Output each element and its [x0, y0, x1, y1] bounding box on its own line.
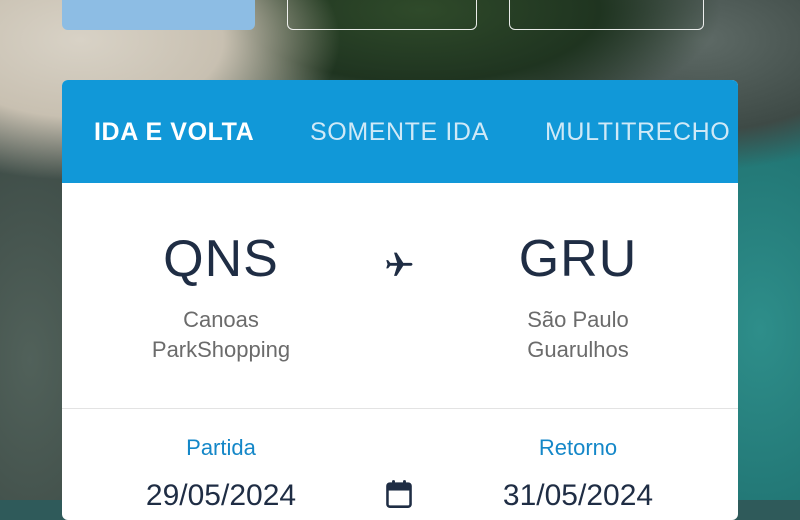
return-label: Retorno	[538, 435, 618, 460]
departure-label: Partida	[186, 435, 256, 460]
origin-selector[interactable]: QNS Canoas ParkShopping	[121, 229, 321, 365]
destination-city: São Paulo Guarulhos	[478, 305, 678, 365]
destination-selector[interactable]: GRU São Paulo Guarulhos	[478, 229, 678, 365]
top-button-secondary[interactable]	[287, 0, 477, 30]
top-button-tertiary[interactable]	[509, 0, 704, 30]
route-section: QNS Canoas ParkShopping GRU São Paulo Gu…	[62, 183, 738, 409]
airplane-icon	[386, 252, 413, 276]
departure-date-field[interactable]: 29/05/2024	[101, 479, 341, 513]
origin-code: QNS	[163, 230, 279, 288]
destination-city-line2: Guarulhos	[527, 337, 629, 362]
origin-city-line2: ParkShopping	[151, 337, 291, 362]
destination-code: GRU	[518, 230, 638, 288]
destination-city-line1: São Paulo	[527, 307, 629, 332]
dates-section: Partida Retorno 29/05/2024 31/05/2024	[62, 409, 738, 520]
trip-type-tabs: IDA E VOLTA SOMENTE IDA MULTITRECHO	[62, 80, 738, 183]
origin-city-line1: Canoas	[183, 307, 259, 332]
tab-round-trip[interactable]: IDA E VOLTA	[94, 118, 254, 147]
flight-search-card: IDA E VOLTA SOMENTE IDA MULTITRECHO QNS …	[62, 80, 738, 520]
tab-one-way[interactable]: SOMENTE IDA	[310, 118, 489, 147]
return-date-field[interactable]: 31/05/2024	[458, 479, 698, 513]
top-button-primary[interactable]	[62, 0, 255, 30]
origin-city: Canoas ParkShopping	[121, 305, 321, 365]
calendar-icon[interactable]	[385, 479, 413, 509]
tab-multi-city[interactable]: MULTITRECHO	[545, 118, 730, 147]
